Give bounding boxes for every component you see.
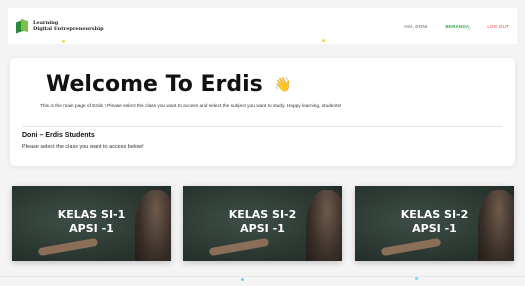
nav-links: HAI, DONI BERANDA LOG OUT	[386, 8, 509, 44]
decorative-dot	[322, 39, 325, 42]
decorative-dot	[241, 278, 244, 281]
welcome-title: Welcome To Erdis 👋	[46, 72, 292, 97]
class-group: APSI -1	[412, 222, 457, 235]
logo-text: Learning Digital Entrepreneurship	[33, 20, 104, 32]
select-class-prompt: Please select the class you want to acce…	[22, 144, 144, 150]
class-name: KELAS SI-2	[228, 208, 297, 221]
site-logo[interactable]: Learning Digital Entrepreneurship	[16, 18, 104, 34]
nav-logout-link[interactable]: LOG OUT	[487, 24, 509, 29]
class-card-2[interactable]: KELAS SI-2 APSI -1	[183, 186, 342, 261]
class-name: KELAS SI-2	[400, 208, 469, 221]
waving-hand-icon: 👋	[274, 77, 292, 93]
page-bottom-divider	[0, 276, 525, 277]
nav-home-link[interactable]: BERANDA	[445, 24, 469, 29]
class-group: APSI -1	[240, 222, 285, 235]
welcome-brand: Erdis	[200, 72, 263, 97]
class-name: KELAS SI-1	[57, 208, 126, 221]
logo-mark-icon	[16, 18, 28, 34]
nav-user-greeting[interactable]: HAI, DONI	[404, 24, 427, 29]
decorative-dot	[62, 40, 65, 43]
decorative-dot	[415, 277, 418, 280]
class-card-label: KELAS SI-1 APSI -1	[12, 208, 171, 236]
welcome-description: This is the main page of Erdis ! Please …	[40, 104, 342, 109]
decorative-dot	[468, 27, 471, 30]
welcome-title-text: Welcome To	[46, 72, 193, 97]
class-card-label: KELAS SI-2 APSI -1	[355, 208, 514, 236]
class-card-3[interactable]: KELAS SI-2 APSI -1	[355, 186, 514, 261]
logo-line2: Digital Entrepreneurship	[33, 26, 104, 32]
divider	[22, 126, 502, 127]
class-card-label: KELAS SI-2 APSI -1	[183, 208, 342, 236]
top-navbar: Learning Digital Entrepreneurship HAI, D…	[8, 8, 517, 44]
user-heading: Doni – Erdis Students	[22, 132, 95, 139]
welcome-card: Welcome To Erdis 👋 This is the main page…	[10, 58, 515, 166]
class-card-1[interactable]: KELAS SI-1 APSI -1	[12, 186, 171, 261]
class-group: APSI -1	[69, 222, 114, 235]
